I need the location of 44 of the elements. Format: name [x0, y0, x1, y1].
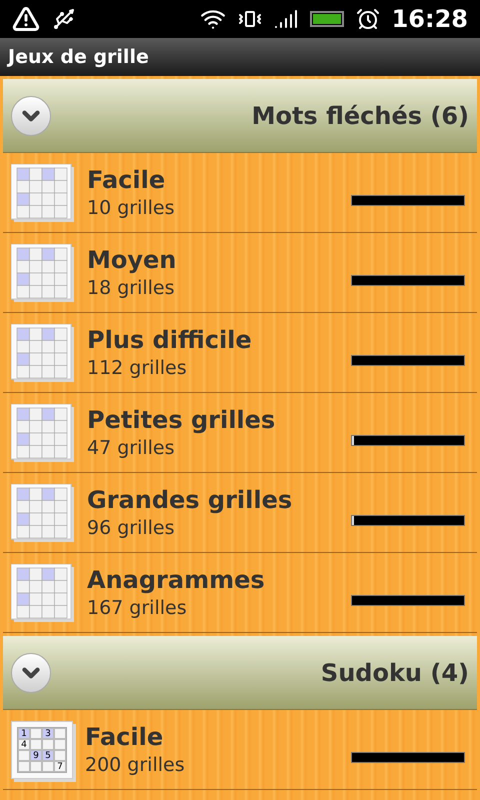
sudoku-digit: 4 — [18, 738, 30, 750]
warning-icon — [12, 5, 40, 33]
sudoku-digit: 3 — [42, 728, 54, 738]
group-header[interactable]: Mots fléchés (6) — [3, 79, 477, 153]
crossword-grid-icon — [11, 564, 75, 622]
item-count: 10 grilles — [87, 196, 175, 220]
group-header[interactable]: Sudoku (4) — [3, 636, 477, 710]
list-item[interactable]: Moyen 18 grilles — [3, 233, 477, 313]
list-item[interactable]: Grandes grilles 96 grilles — [3, 473, 477, 553]
sudoku-digit: 1 — [18, 728, 30, 738]
crossword-grid-icon — [11, 324, 75, 382]
crossword-grid-icon — [11, 404, 75, 462]
signal-icon — [274, 7, 298, 31]
item-title: Facile — [87, 164, 166, 194]
item-title: Plus difficile — [87, 324, 252, 354]
item-title: Grandes grilles — [87, 484, 292, 514]
crossword-grid-icon — [11, 244, 75, 302]
item-count: 18 grilles — [87, 276, 176, 300]
sudoku-digit: 9 — [30, 750, 42, 760]
item-count: 200 grilles — [85, 752, 185, 778]
list-item[interactable]: Anagrammes 167 grilles — [3, 553, 477, 633]
usb-icon — [52, 7, 76, 31]
group-title: Sudoku (4) — [320, 658, 469, 688]
crossword-grid-icon — [11, 164, 75, 222]
item-count: 167 grilles — [87, 596, 188, 620]
list-item[interactable]: Plus difficile 112 grilles — [3, 313, 477, 393]
item-count: 96 grilles — [87, 516, 176, 540]
sudoku-digit: 7 — [54, 760, 66, 772]
item-title: Moyen — [87, 244, 176, 274]
crossword-grid-icon — [11, 484, 75, 542]
list-item[interactable]: 1 3 4 9 5 7 Facile 200 grilles — [3, 710, 477, 790]
list-item[interactable]: Petites grilles 47 grilles — [3, 393, 477, 473]
app-title: Jeux de grille — [8, 44, 149, 70]
battery-icon — [310, 11, 344, 27]
item-count: 112 grilles — [87, 356, 188, 380]
item-title: Anagrammes — [87, 564, 265, 594]
item-count: 47 grilles — [87, 436, 176, 460]
sudoku-digit: 5 — [42, 750, 54, 760]
alarm-icon — [356, 7, 380, 31]
list-item[interactable]: Facile 10 grilles — [3, 153, 477, 233]
item-title: Facile — [85, 722, 164, 752]
clock-time: 16:28 — [392, 4, 468, 35]
group-title: Mots fléchés (6) — [252, 100, 469, 132]
item-title: Petites grilles — [87, 404, 276, 434]
